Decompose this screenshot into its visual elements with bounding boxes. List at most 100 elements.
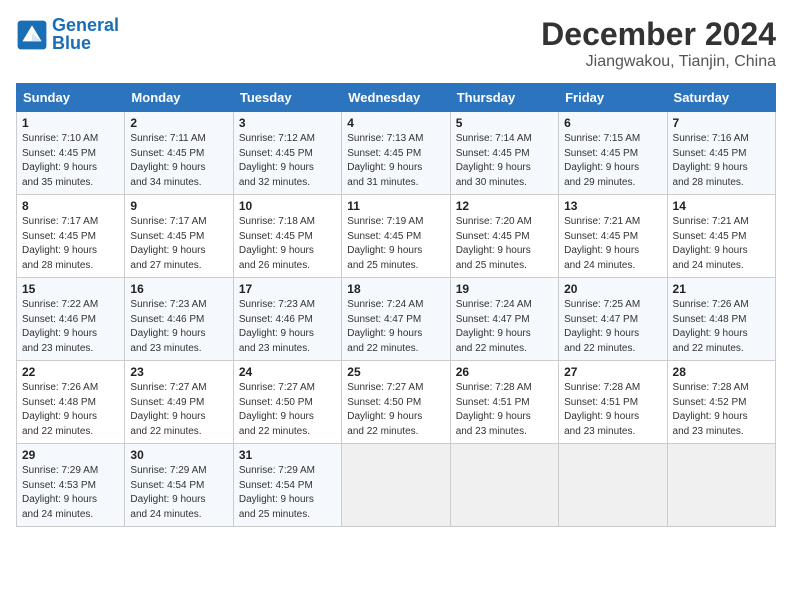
day-number: 9 [130,199,227,213]
day-info: Sunrise: 7:27 AM Sunset: 4:49 PM Dayligh… [130,381,227,439]
main-title: December 2024 [541,16,776,53]
calendar-cell: 19 Sunrise: 7:24 AM Sunset: 4:47 PM Dayli… [450,278,558,361]
day-info: Sunrise: 7:26 AM Sunset: 4:48 PM Dayligh… [673,298,770,356]
calendar-cell: 17 Sunrise: 7:23 AM Sunset: 4:46 PM Dayli… [233,278,341,361]
calendar-cell: 6Sunrise: 7:15 AM Sunset: 4:45 PM Daylig… [559,112,667,195]
day-number: 18 [347,282,444,296]
day-number: 8 [22,199,119,213]
header-cell-friday: Friday [559,84,667,112]
calendar-cell: 30 Sunrise: 7:29 AM Sunset: 4:54 PM Dayli… [125,444,233,527]
calendar-cell: 7 Sunrise: 7:16 AM Sunset: 4:45 PM Daylig… [667,112,775,195]
subtitle: Jiangwakou, Tianjin, China [541,53,776,71]
day-info: Sunrise: 7:29 AM Sunset: 4:54 PM Dayligh… [239,464,336,522]
calendar-cell: 13 Sunrise: 7:21 AM Sunset: 4:45 PM Dayli… [559,195,667,278]
day-number: 21 [673,282,770,296]
week-row-2: 15 Sunrise: 7:22 AM Sunset: 4:46 PM Dayli… [17,278,776,361]
day-number: 29 [22,448,119,462]
day-number: 6 [564,116,661,130]
day-number: 31 [239,448,336,462]
calendar-cell: 25 Sunrise: 7:27 AM Sunset: 4:50 PM Dayli… [342,361,450,444]
day-info: Sunrise: 7:27 AM Sunset: 4:50 PM Dayligh… [239,381,336,439]
day-number: 26 [456,365,553,379]
day-info: Sunrise: 7:13 AM Sunset: 4:45 PM Dayligh… [347,132,444,190]
day-info: Sunrise: 7:21 AM Sunset: 4:45 PM Dayligh… [673,215,770,273]
day-info: Sunrise: 7:28 AM Sunset: 4:51 PM Dayligh… [456,381,553,439]
day-number: 7 [673,116,770,130]
day-number: 4 [347,116,444,130]
logo-text: General Blue [52,16,119,54]
calendar-cell [342,444,450,527]
header-cell-tuesday: Tuesday [233,84,341,112]
calendar-cell: 8 Sunrise: 7:17 AM Sunset: 4:45 PM Daylig… [17,195,125,278]
day-info: Sunrise: 7:21 AM Sunset: 4:45 PM Dayligh… [564,215,661,273]
header-cell-saturday: Saturday [667,84,775,112]
day-number: 19 [456,282,553,296]
day-info: Sunrise: 7:17 AM Sunset: 4:45 PM Dayligh… [130,215,227,273]
day-info: Sunrise: 7:10 AM Sunset: 4:45 PM Dayligh… [22,132,119,190]
logo: General Blue [16,16,119,54]
header-cell-thursday: Thursday [450,84,558,112]
title-area: December 2024 Jiangwakou, Tianjin, China [541,16,776,71]
day-info: Sunrise: 7:16 AM Sunset: 4:45 PM Dayligh… [673,132,770,190]
calendar-cell [559,444,667,527]
day-info: Sunrise: 7:20 AM Sunset: 4:45 PM Dayligh… [456,215,553,273]
day-number: 28 [673,365,770,379]
day-number: 5 [456,116,553,130]
calendar-cell: 12 Sunrise: 7:20 AM Sunset: 4:45 PM Dayli… [450,195,558,278]
day-info: Sunrise: 7:24 AM Sunset: 4:47 PM Dayligh… [347,298,444,356]
calendar-cell: 23 Sunrise: 7:27 AM Sunset: 4:49 PM Dayli… [125,361,233,444]
day-number: 13 [564,199,661,213]
day-info: Sunrise: 7:19 AM Sunset: 4:45 PM Dayligh… [347,215,444,273]
calendar-cell: 29 Sunrise: 7:29 AM Sunset: 4:53 PM Dayli… [17,444,125,527]
calendar-cell: 5Sunrise: 7:14 AM Sunset: 4:45 PM Daylig… [450,112,558,195]
calendar-cell: 14 Sunrise: 7:21 AM Sunset: 4:45 PM Dayli… [667,195,775,278]
header-cell-wednesday: Wednesday [342,84,450,112]
day-info: Sunrise: 7:23 AM Sunset: 4:46 PM Dayligh… [130,298,227,356]
day-number: 17 [239,282,336,296]
day-number: 14 [673,199,770,213]
calendar-cell: 28 Sunrise: 7:28 AM Sunset: 4:52 PM Dayli… [667,361,775,444]
calendar-cell: 4 Sunrise: 7:13 AM Sunset: 4:45 PM Daylig… [342,112,450,195]
day-number: 10 [239,199,336,213]
day-info: Sunrise: 7:12 AM Sunset: 4:45 PM Dayligh… [239,132,336,190]
day-number: 2 [130,116,227,130]
calendar-cell: 18 Sunrise: 7:24 AM Sunset: 4:47 PM Dayli… [342,278,450,361]
day-number: 3 [239,116,336,130]
calendar-header-row: SundayMondayTuesdayWednesdayThursdayFrid… [17,84,776,112]
day-info: Sunrise: 7:22 AM Sunset: 4:46 PM Dayligh… [22,298,119,356]
calendar-body: 1Sunrise: 7:10 AM Sunset: 4:45 PM Daylig… [17,112,776,527]
day-number: 12 [456,199,553,213]
day-info: Sunrise: 7:25 AM Sunset: 4:47 PM Dayligh… [564,298,661,356]
day-info: Sunrise: 7:29 AM Sunset: 4:54 PM Dayligh… [130,464,227,522]
day-number: 25 [347,365,444,379]
day-number: 15 [22,282,119,296]
calendar-cell: 16 Sunrise: 7:23 AM Sunset: 4:46 PM Dayli… [125,278,233,361]
calendar-cell: 20Sunrise: 7:25 AM Sunset: 4:47 PM Dayli… [559,278,667,361]
day-info: Sunrise: 7:28 AM Sunset: 4:52 PM Dayligh… [673,381,770,439]
page-header: General Blue December 2024 Jiangwakou, T… [16,16,776,71]
day-number: 24 [239,365,336,379]
day-info: Sunrise: 7:17 AM Sunset: 4:45 PM Dayligh… [22,215,119,273]
calendar-cell: 1Sunrise: 7:10 AM Sunset: 4:45 PM Daylig… [17,112,125,195]
calendar-cell: 11Sunrise: 7:19 AM Sunset: 4:45 PM Dayli… [342,195,450,278]
calendar-cell: 10 Sunrise: 7:18 AM Sunset: 4:45 PM Dayli… [233,195,341,278]
header-cell-monday: Monday [125,84,233,112]
day-number: 23 [130,365,227,379]
day-info: Sunrise: 7:24 AM Sunset: 4:47 PM Dayligh… [456,298,553,356]
calendar-table: SundayMondayTuesdayWednesdayThursdayFrid… [16,83,776,527]
day-info: Sunrise: 7:18 AM Sunset: 4:45 PM Dayligh… [239,215,336,273]
day-info: Sunrise: 7:29 AM Sunset: 4:53 PM Dayligh… [22,464,119,522]
day-number: 16 [130,282,227,296]
week-row-3: 22Sunrise: 7:26 AM Sunset: 4:48 PM Dayli… [17,361,776,444]
day-number: 30 [130,448,227,462]
calendar-cell: 31 Sunrise: 7:29 AM Sunset: 4:54 PM Dayli… [233,444,341,527]
day-info: Sunrise: 7:11 AM Sunset: 4:45 PM Dayligh… [130,132,227,190]
day-info: Sunrise: 7:27 AM Sunset: 4:50 PM Dayligh… [347,381,444,439]
day-info: Sunrise: 7:23 AM Sunset: 4:46 PM Dayligh… [239,298,336,356]
week-row-0: 1Sunrise: 7:10 AM Sunset: 4:45 PM Daylig… [17,112,776,195]
calendar-cell [450,444,558,527]
calendar-cell: 27Sunrise: 7:28 AM Sunset: 4:51 PM Dayli… [559,361,667,444]
calendar-cell: 2 Sunrise: 7:11 AM Sunset: 4:45 PM Daylig… [125,112,233,195]
calendar-cell: 21 Sunrise: 7:26 AM Sunset: 4:48 PM Dayli… [667,278,775,361]
day-number: 22 [22,365,119,379]
